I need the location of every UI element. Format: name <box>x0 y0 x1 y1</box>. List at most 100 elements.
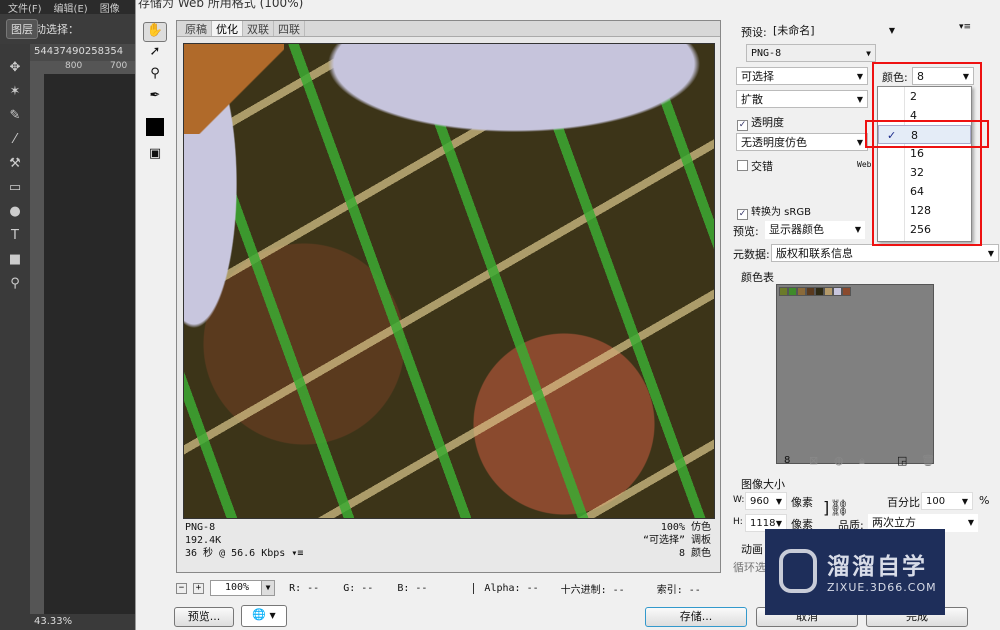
color-table <box>776 284 934 464</box>
highlight-box-8 <box>865 120 989 148</box>
map-transparent-icon[interactable]: ⊠ <box>809 454 818 467</box>
transparency-label: 透明度 <box>751 116 784 129</box>
menu-file[interactable]: 文件(F) <box>8 0 42 15</box>
color-swatch[interactable] <box>779 287 788 296</box>
document-tab[interactable]: 54437490258354 <box>30 44 135 61</box>
panel-menu-icon[interactable]: ▾≡ <box>959 22 971 32</box>
info-format: PNG-8 <box>185 522 216 533</box>
magic-wand-icon[interactable]: ✶ <box>0 84 30 108</box>
move-tool-icon[interactable]: ✥ <box>0 60 30 84</box>
metadata-label: 元数据: <box>733 248 770 261</box>
constrain-link-icon[interactable]: ]⛓ <box>823 498 850 517</box>
zoom-in-button[interactable]: + <box>193 582 204 594</box>
color-swatch[interactable] <box>788 287 797 296</box>
preset-select[interactable]: [未命名] <box>769 22 899 40</box>
height-label: H: <box>733 517 743 527</box>
info-download-time: 36 秒 @ 56.6 Kbps <box>185 548 286 559</box>
ps-toolbox: ✥ ✶ ✎ ⁄ ⚒ ▭ ● T ■ ⚲ <box>0 60 30 620</box>
tab-original[interactable]: 原稿 <box>181 21 212 36</box>
chevron-down-icon: ▼ <box>261 581 275 595</box>
color-swatch[interactable] <box>797 287 806 296</box>
readout-b: B: -- <box>397 582 428 594</box>
watermark-url: ZIXUE.3D66.COM <box>827 581 937 594</box>
eraser-icon[interactable]: ▭ <box>0 180 30 204</box>
info-dither: 100% 仿色 <box>660 522 711 533</box>
chevron-down-icon: ▼ <box>269 611 276 620</box>
color-swatch[interactable] <box>806 287 815 296</box>
ruler-tick: 800 <box>65 61 83 71</box>
convert-srgb-checkbox[interactable]: ✓ 转换为 sRGB <box>737 203 811 220</box>
zoom-icon[interactable]: ⚲ <box>143 66 167 86</box>
loop-label: 循环选 <box>733 561 766 574</box>
ps-canvas <box>44 74 135 614</box>
color-swatch[interactable] <box>824 287 833 296</box>
menu-edit[interactable]: 编辑(E) <box>54 0 88 15</box>
blur-icon[interactable]: ● <box>0 204 30 228</box>
horizontal-ruler: 800 700 <box>30 61 135 74</box>
slice-select-icon[interactable]: ➚ <box>143 44 167 64</box>
ps-options-bar: ✓ 自动选择： 图层 <box>0 14 135 44</box>
stamp-icon[interactable]: ⚒ <box>0 156 30 180</box>
web-snap-label: Web <box>857 160 872 169</box>
info-palette: “可选择” 调板 <box>642 535 711 546</box>
zoom-select[interactable]: 100% ▼ <box>210 580 276 596</box>
menu-icon[interactable]: ▾≡ <box>291 548 303 559</box>
lock-icon[interactable]: 🔒︎ <box>859 454 865 468</box>
eyedropper-color-swatch[interactable] <box>146 118 164 136</box>
tab-4up[interactable]: 四联 <box>274 21 305 36</box>
ps-zoom-level: 43.33% <box>0 614 135 630</box>
palette-select[interactable]: 可选择 <box>736 67 868 85</box>
brush-icon[interactable]: ⁄ <box>0 132 30 156</box>
width-unit: 像素 <box>791 496 813 509</box>
optimized-image-preview[interactable] <box>183 43 715 519</box>
color-count: 8 <box>784 455 791 466</box>
percent-input[interactable]: 100 <box>921 492 973 510</box>
toggle-slices-icon[interactable]: ▣ <box>143 146 167 166</box>
zoom-tool-icon[interactable]: ⚲ <box>0 276 30 300</box>
status-bar: − + 100% ▼ R: -- G: -- B: -- Alpha: -- 十六… <box>176 578 721 598</box>
width-input[interactable]: 960 <box>745 492 787 510</box>
menu-image[interactable]: 图像 <box>100 0 120 15</box>
web-shift-icon[interactable]: ◍ <box>834 454 844 467</box>
zoom-out-button[interactable]: − <box>176 582 187 594</box>
metadata-select[interactable]: 版权和联系信息 <box>771 244 999 262</box>
hand-tool-icon[interactable]: ✋ <box>143 22 167 42</box>
shape-tool-icon[interactable]: ■ <box>0 252 30 276</box>
color-table-label: 颜色表 <box>741 271 774 284</box>
preview-select[interactable]: 显示器颜色 <box>765 221 865 239</box>
color-swatch[interactable] <box>842 287 851 296</box>
dither-select[interactable]: 扩散 <box>736 90 868 108</box>
tab-optimized[interactable]: 优化 <box>212 21 243 36</box>
color-swatch[interactable] <box>815 287 824 296</box>
watermark-title: 溜溜自学 <box>827 554 927 580</box>
eyedropper-icon[interactable]: ✒ <box>143 88 167 108</box>
color-swatch[interactable] <box>833 287 842 296</box>
format-select[interactable]: PNG-8 <box>746 44 876 62</box>
browser-icon: 🌐 <box>252 608 267 621</box>
percent-label: 百分比: <box>887 496 924 509</box>
convert-srgb-label: 转换为 sRGB <box>751 207 811 218</box>
readout-hex: 十六进制: -- <box>560 584 625 596</box>
matte-dither-select[interactable]: 无透明度仿色 <box>736 133 868 151</box>
eyedropper-icon[interactable]: ✎ <box>0 108 30 132</box>
readout-g: G: -- <box>343 582 374 594</box>
new-color-icon[interactable]: ◲ <box>897 454 907 467</box>
preview-label: 预览: <box>733 225 759 238</box>
tab-2up[interactable]: 双联 <box>243 21 274 36</box>
dialog-tools: ✋ ➚ ⚲ ✒ ▣ <box>143 22 167 168</box>
trash-icon[interactable]: 🗑︎ <box>921 454 935 467</box>
info-size: 192.4K <box>185 535 222 546</box>
transparency-checkbox[interactable]: ✓ 透明度 <box>737 114 784 131</box>
preset-label: 预设: <box>741 26 767 39</box>
layer-dropdown[interactable]: 图层 <box>6 19 38 39</box>
readout-index: 索引: -- <box>656 584 701 596</box>
width-label: W: <box>733 495 745 505</box>
vertical-ruler <box>30 74 44 614</box>
preview-button[interactable]: 预览... <box>174 607 234 627</box>
type-tool-icon[interactable]: T <box>0 228 30 252</box>
ruler-tick: 700 <box>110 61 128 71</box>
highlight-box-colors <box>872 62 982 246</box>
dialog-title: 存储为 Web 所用格式 (100%) <box>138 0 304 10</box>
browser-select[interactable]: 🌐 ▼ <box>241 605 287 627</box>
interlaced-checkbox[interactable]: 交错 <box>737 158 773 174</box>
